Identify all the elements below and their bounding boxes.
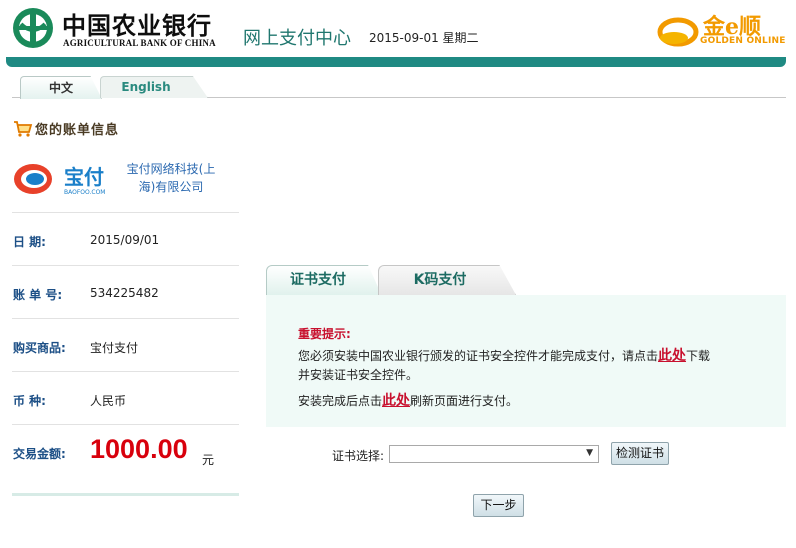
notice-text: 刷新页面进行支付。 (410, 394, 519, 408)
baofoo-logo-icon: 宝付 BAOFOO.COM (14, 164, 106, 196)
bank-name-en: AGRICULTURAL BANK OF CHINA (63, 38, 216, 48)
golden-logo-en: GOLDEN ONLINE (700, 36, 786, 46)
notice-line-1: 您必须安装中国农业银行颁发的证书安全控件才能完成支付，请点击此处下载 (298, 345, 710, 365)
header-date: 2015-09-01 星期二 (369, 31, 479, 45)
notice-line-3: 安装完成后点击此处刷新页面进行支付。 (298, 390, 518, 410)
tab-chinese[interactable]: 中文 (20, 76, 102, 99)
divider (12, 424, 239, 425)
abc-logo-icon (13, 8, 53, 48)
divider (12, 212, 239, 213)
date-value: 2015/09/01 (90, 233, 160, 247)
check-cert-button[interactable]: 检测证书 (611, 442, 669, 465)
next-step-button[interactable]: 下一步 (473, 494, 524, 517)
download-link[interactable]: 此处 (658, 348, 686, 364)
bill-number-value: 534225482 (90, 286, 159, 300)
notice-text: 下载 (686, 349, 711, 363)
date-label: 日 期: (13, 235, 46, 249)
divider (12, 318, 239, 319)
header: 中国农业银行 AGRICULTURAL BANK OF CHINA 网上支付中心… (0, 0, 796, 58)
cert-select-label: 证书选择: (332, 449, 385, 463)
amount-label: 交易金额: (13, 447, 66, 461)
bill-title-text: 您的账单信息 (35, 123, 120, 138)
product-value: 宝付支付 (90, 341, 139, 355)
divider (12, 265, 239, 266)
bill-title: 您的账单信息 (13, 119, 119, 138)
bank-name-cn: 中国农业银行 (62, 11, 212, 40)
product-label: 购买商品: (13, 341, 66, 355)
notice-text: 安装完成后点击 (298, 394, 383, 408)
merchant-name: 宝付网络科技(上海)有限公司 (126, 162, 216, 194)
page-title: 网上支付中心 (243, 28, 351, 49)
bill-number-label: 账 单 号: (13, 288, 63, 302)
cert-select[interactable]: ▼ (389, 445, 599, 463)
chevron-down-icon: ▼ (586, 448, 593, 458)
header-bar (6, 57, 786, 67)
refresh-link[interactable]: 此处 (382, 393, 410, 409)
panel-bottom-border (12, 493, 239, 496)
amount-value: 1000.00 (90, 434, 188, 464)
cart-icon (14, 120, 33, 137)
currency-label: 币 种: (13, 394, 46, 408)
amount-unit: 元 (202, 453, 215, 467)
merchant-logo-sub: BAOFOO.COM (64, 189, 106, 196)
divider (12, 371, 239, 372)
notice-line-2: 并安装证书安全控件。 (298, 368, 419, 382)
tab-certificate-payment[interactable]: 证书支付 (266, 265, 382, 296)
merchant-logo-text: 宝付 (64, 165, 104, 189)
notice-title: 重要提示: (298, 327, 351, 341)
currency-value: 人民币 (90, 394, 127, 408)
notice-text: 您必须安装中国农业银行颁发的证书安全控件才能完成支付，请点击 (298, 349, 659, 363)
tab-k-code-payment[interactable]: K码支付 (378, 265, 516, 295)
tab-english[interactable]: English (100, 76, 208, 98)
